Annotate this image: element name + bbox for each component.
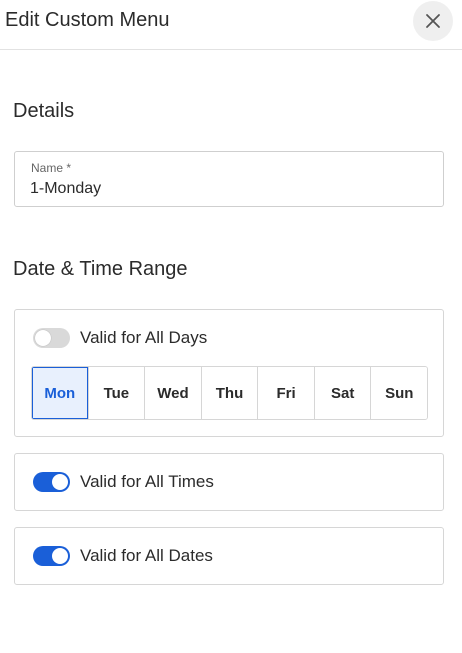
day-button-mon[interactable]: Mon — [32, 367, 88, 419]
all-dates-toggle-label: Valid for All Dates — [80, 546, 213, 565]
all-times-toggle[interactable] — [33, 472, 70, 492]
name-input[interactable] — [30, 178, 430, 200]
all-times-card: Valid for All Times — [14, 453, 444, 511]
day-button-thu[interactable]: Thu — [200, 367, 258, 419]
all-dates-card: Valid for All Dates — [14, 527, 444, 585]
toggle-knob — [52, 474, 68, 490]
all-days-card: Valid for All Days Mon Tue Wed Thu Fri S… — [14, 309, 444, 437]
all-dates-toggle-row[interactable]: Valid for All Dates — [33, 546, 213, 566]
details-section-title: Details — [13, 100, 75, 122]
edit-custom-menu-panel: Edit Custom Menu Details Name * Date & T… — [0, 0, 462, 653]
day-button-sun[interactable]: Sun — [370, 367, 427, 419]
all-dates-toggle[interactable] — [33, 546, 70, 566]
close-icon — [426, 14, 440, 28]
name-field-label: Name * — [31, 161, 72, 175]
day-button-tue[interactable]: Tue — [87, 367, 145, 419]
close-button[interactable] — [413, 1, 453, 41]
day-button-wed[interactable]: Wed — [144, 367, 201, 419]
toggle-knob — [52, 548, 68, 564]
all-days-toggle[interactable] — [33, 328, 70, 348]
day-button-fri[interactable]: Fri — [257, 367, 314, 419]
date-time-range-section-title: Date & Time Range — [13, 258, 188, 280]
panel-header: Edit Custom Menu — [0, 0, 462, 50]
toggle-knob — [35, 330, 51, 346]
all-days-toggle-row[interactable]: Valid for All Days — [33, 328, 207, 348]
day-button-sat[interactable]: Sat — [313, 367, 371, 419]
panel-title: Edit Custom Menu — [5, 9, 170, 31]
all-times-toggle-label: Valid for All Times — [80, 472, 214, 491]
name-field[interactable]: Name * — [14, 151, 444, 207]
day-selector: Mon Tue Wed Thu Fri Sat Sun — [31, 366, 428, 420]
all-times-toggle-row[interactable]: Valid for All Times — [33, 472, 214, 492]
all-days-toggle-label: Valid for All Days — [80, 328, 208, 347]
